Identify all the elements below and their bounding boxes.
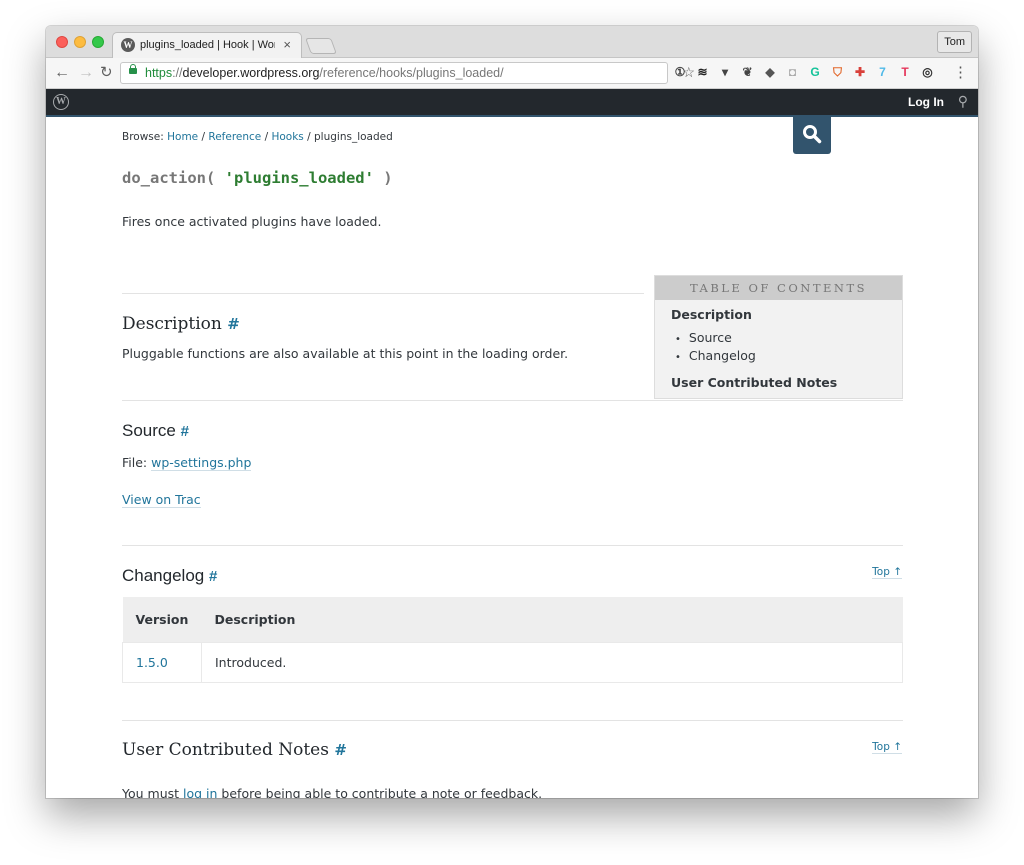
buffer-icon[interactable]: ≋ <box>696 65 710 79</box>
tab-title: plugins_loaded | Hook | WordPress <box>140 39 275 51</box>
url-text[interactable]: https://developer.wordpress.org/referenc… <box>145 66 504 80</box>
changelog-heading: Changelog # <box>122 566 217 586</box>
back-arrow-icon[interactable]: ← <box>54 63 70 83</box>
notes-text: You must <box>122 786 184 798</box>
hook-summary: Fires once activated plugins have loaded… <box>122 214 382 229</box>
browser-menu-icon[interactable]: ⋮ <box>953 63 968 83</box>
notes-anchor-link[interactable]: # <box>334 741 347 759</box>
description-anchor-link[interactable]: # <box>227 315 240 333</box>
description-heading-text: Description <box>122 314 222 334</box>
minimize-window-button[interactable] <box>74 36 86 48</box>
wordpress-logo-icon[interactable]: W <box>53 94 69 110</box>
changelog-heading-text: Changelog <box>122 566 205 585</box>
breadcrumb-current: plugins_loaded <box>314 131 393 143</box>
address-bar[interactable]: https://developer.wordpress.org/referenc… <box>120 62 695 84</box>
table-of-contents: TABLE OF CONTENTS Description Source Cha… <box>654 275 903 399</box>
breadcrumb-prefix: Browse: <box>122 131 164 143</box>
source-file-link[interactable]: wp-settings.php <box>151 455 252 471</box>
forward-arrow-icon[interactable]: → <box>78 63 94 83</box>
notes-top-link[interactable]: Top ↑ <box>872 741 902 754</box>
new-tab-button[interactable] <box>305 38 337 54</box>
vpn-icon[interactable]: ◎ <box>921 65 935 79</box>
signature-argument: 'plugins_loaded' <box>224 169 374 187</box>
breadcrumb: Browse: Home / Reference / Hooks / plugi… <box>122 131 393 143</box>
url-separator: :// <box>172 66 183 80</box>
search-icon[interactable]: ⚲ <box>958 93 968 110</box>
notes-text: before being able to contribute a note o… <box>217 786 543 798</box>
signature-close: ) <box>373 169 393 187</box>
todoist-icon[interactable]: T <box>898 65 912 79</box>
description-text: Pluggable functions are also available a… <box>122 346 569 361</box>
changelog-table: Version Description 1.5.0 Introduced. <box>122 597 903 683</box>
view-on-trac: View on Trac <box>122 492 201 508</box>
source-file-label: File: <box>122 455 148 470</box>
evernote-icon[interactable]: ❦ <box>741 65 755 79</box>
breadcrumb-separator: / <box>201 131 206 143</box>
divider <box>122 400 903 401</box>
login-link[interactable]: Log In <box>908 95 944 109</box>
url-path: /reference/hooks/plugins_loaded/ <box>319 66 504 80</box>
pocket-icon[interactable]: ▾ <box>718 65 732 79</box>
breadcrumb-separator: / <box>264 131 269 143</box>
maximize-window-button[interactable] <box>92 36 104 48</box>
url-host: developer.wordpress.org <box>182 66 320 80</box>
column-header-version: Version <box>122 597 202 643</box>
hook-signature: do_action( 'plugins_loaded' ) <box>122 169 393 187</box>
ublock-icon[interactable]: ⛉ <box>831 65 845 79</box>
clockify-icon[interactable]: ✚ <box>853 65 867 79</box>
notes-login-link[interactable]: log in <box>183 786 218 798</box>
divider <box>122 545 903 546</box>
view-on-trac-link[interactable]: View on Trac <box>122 492 201 508</box>
camera-icon[interactable]: ◘ <box>786 65 800 79</box>
magnifier-icon <box>803 125 822 144</box>
divider <box>122 293 644 294</box>
breadcrumb-reference[interactable]: Reference <box>208 131 261 143</box>
toc-item-source[interactable]: Source <box>675 330 732 345</box>
ghostery-icon[interactable]: 7 <box>876 65 890 79</box>
notes-heading: User Contributed Notes # <box>122 740 347 760</box>
breadcrumb-separator: / <box>307 131 311 143</box>
source-anchor-link[interactable]: # <box>181 423 189 440</box>
browser-tab-active[interactable]: W plugins_loaded | Hook | WordPress × <box>112 32 302 58</box>
wordpress-favicon-icon: W <box>121 38 135 52</box>
divider <box>122 720 903 721</box>
description-heading: Description # <box>122 314 240 334</box>
notes-heading-text: User Contributed Notes <box>122 740 329 760</box>
grammarly-icon[interactable]: G <box>808 65 822 79</box>
signature-function: do_action( <box>122 169 225 187</box>
changelog-anchor-link[interactable]: # <box>209 568 217 585</box>
source-file: File: wp-settings.php <box>122 455 252 471</box>
version-cell: 1.5.0 <box>122 642 202 683</box>
source-heading: Source # <box>122 421 189 441</box>
browser-toolbar: ← → ↻ https://developer.wordpress.org/re… <box>46 58 978 89</box>
wordpress-top-bar: W Log In ⚲ <box>46 89 978 117</box>
column-header-description: Description <box>201 597 903 643</box>
breadcrumb-home[interactable]: Home <box>167 131 198 143</box>
browser-window: W plugins_loaded | Hook | WordPress × To… <box>46 26 978 798</box>
tab-close-icon[interactable]: × <box>283 37 291 52</box>
stack-icon[interactable]: ◆ <box>763 65 777 79</box>
description-cell: Introduced. <box>201 642 903 683</box>
toc-title: TABLE OF CONTENTS <box>655 276 902 300</box>
notes-login-message: You must log in before being able to con… <box>122 786 542 798</box>
toc-item-description[interactable]: Description <box>671 307 752 322</box>
lock-icon <box>129 64 137 74</box>
1password-icon[interactable]: ① <box>673 65 687 79</box>
tab-strip: W plugins_loaded | Hook | WordPress × To… <box>46 26 978 58</box>
source-heading-text: Source <box>122 421 176 440</box>
toc-item-changelog[interactable]: Changelog <box>675 348 756 363</box>
breadcrumb-hooks[interactable]: Hooks <box>271 131 303 143</box>
close-window-button[interactable] <box>56 36 68 48</box>
reload-icon[interactable]: ↻ <box>100 63 113 83</box>
version-link[interactable]: 1.5.0 <box>136 655 168 670</box>
changelog-top-link[interactable]: Top ↑ <box>872 566 902 579</box>
url-scheme: https <box>145 66 173 80</box>
search-toggle-button[interactable] <box>793 117 831 154</box>
table-row: 1.5.0 Introduced. <box>122 642 903 683</box>
profile-button[interactable]: Tom <box>937 31 972 53</box>
page-content: Browse: Home / Reference / Hooks / plugi… <box>46 117 978 798</box>
toc-item-user-contributed-notes[interactable]: User Contributed Notes <box>671 375 837 390</box>
